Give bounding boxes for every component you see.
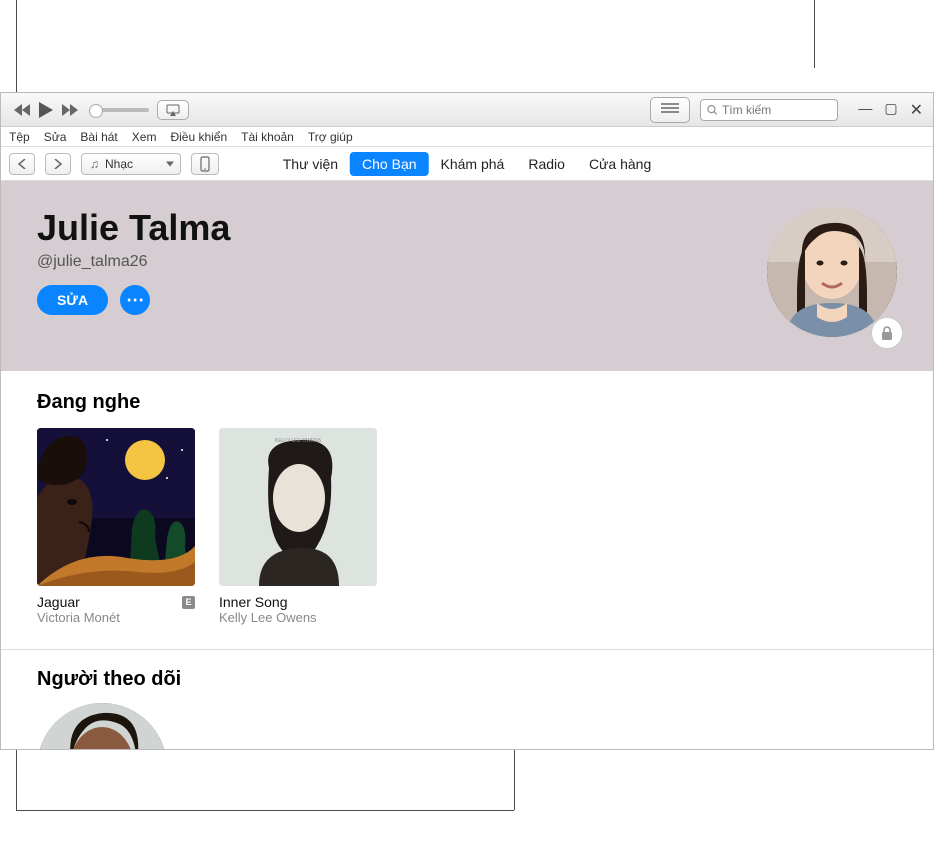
menu-file[interactable]: Tệp [9,130,30,144]
album-item[interactable]: KELLY LEE OWENS Inner Song Kelly Lee Owe… [219,428,377,625]
album-title: Jaguar [37,594,80,610]
maximize-button[interactable]: ▢ [884,100,897,120]
queue-button[interactable] [650,97,690,123]
menu-edit[interactable]: Sửa [44,130,67,144]
album-title-row: Jaguar E [37,594,195,610]
profile-header: Julie Talma @julie_talma26 SỬA ⋯ [1,181,933,371]
media-type-dropdown[interactable]: ♫ Nhạc [81,153,181,175]
dropdown-label: Nhạc [105,157,133,171]
tab-radio[interactable]: Radio [516,152,577,176]
search-input[interactable] [722,103,831,117]
ellipsis-icon: ⋯ [126,290,144,311]
tab-browse[interactable]: Khám phá [429,152,517,176]
playback-controls [11,99,81,121]
privacy-lock-badge [871,317,903,349]
menu-controls[interactable]: Điều khiển [170,130,227,144]
callout-line [814,0,815,68]
titlebar: — ▢ ✕ [1,93,933,127]
search-box[interactable] [700,99,838,121]
app-window: — ▢ ✕ Tệp Sửa Bài hát Xem Điều khiển Tài… [0,92,934,750]
navbar: ♫ Nhạc Thư viện Cho Bạn Khám phá Radio C… [1,147,933,181]
phone-icon [200,156,210,172]
album-row: Jaguar E Victoria Monét KELLY LEE O [37,428,897,625]
next-button[interactable] [59,99,81,121]
airplay-button[interactable] [157,100,189,120]
profile-actions: SỬA ⋯ [37,285,897,315]
chevron-left-icon [18,159,26,169]
music-note-icon: ♫ [90,157,99,171]
album-title-row: Inner Song [219,594,377,610]
menu-account[interactable]: Tài khoản [241,130,294,144]
follower-avatar[interactable] [37,703,167,749]
tab-store[interactable]: Cửa hàng [577,152,663,176]
profile-avatar[interactable] [767,207,897,337]
nav-back-button[interactable] [9,153,35,175]
lock-icon [880,325,894,341]
search-icon [707,104,718,116]
listening-title: Đang nghe [37,391,897,414]
explicit-badge: E [182,596,195,609]
svg-text:KELLY LEE OWENS: KELLY LEE OWENS [275,438,322,444]
album-art: KELLY LEE OWENS [219,428,377,586]
nav-tabs: Thư viện Cho Bạn Khám phá Radio Cửa hàng [271,152,664,176]
play-button[interactable] [35,99,57,121]
volume-slider[interactable] [89,108,149,112]
menu-help[interactable]: Trợ giúp [308,130,353,144]
callout-line [16,810,514,811]
menu-view[interactable]: Xem [132,130,157,144]
menubar: Tệp Sửa Bài hát Xem Điều khiển Tài khoản… [1,127,933,147]
followers-section: Người theo dõi [1,650,933,749]
album-artist: Victoria Monét [37,610,195,625]
edit-profile-button[interactable]: SỬA [37,285,108,315]
menu-song[interactable]: Bài hát [80,130,117,144]
album-art [37,428,195,586]
followers-title: Người theo dõi [37,668,897,691]
content-scroll[interactable]: Julie Talma @julie_talma26 SỬA ⋯ [1,181,933,749]
minimize-button[interactable]: — [858,100,872,120]
listening-section: Đang nghe [1,371,933,650]
more-button[interactable]: ⋯ [120,285,150,315]
previous-button[interactable] [11,99,33,121]
album-artist: Kelly Lee Owens [219,610,377,625]
album-title: Inner Song [219,594,288,610]
tab-library[interactable]: Thư viện [271,152,350,176]
chevron-right-icon [54,159,62,169]
device-button[interactable] [191,153,219,175]
window-controls: — ▢ ✕ [858,100,923,120]
nav-forward-button[interactable] [45,153,71,175]
close-button[interactable]: ✕ [910,100,923,120]
profile-name: Julie Talma [37,207,897,249]
album-item[interactable]: Jaguar E Victoria Monét [37,428,195,625]
tab-for-you[interactable]: Cho Bạn [350,152,428,176]
